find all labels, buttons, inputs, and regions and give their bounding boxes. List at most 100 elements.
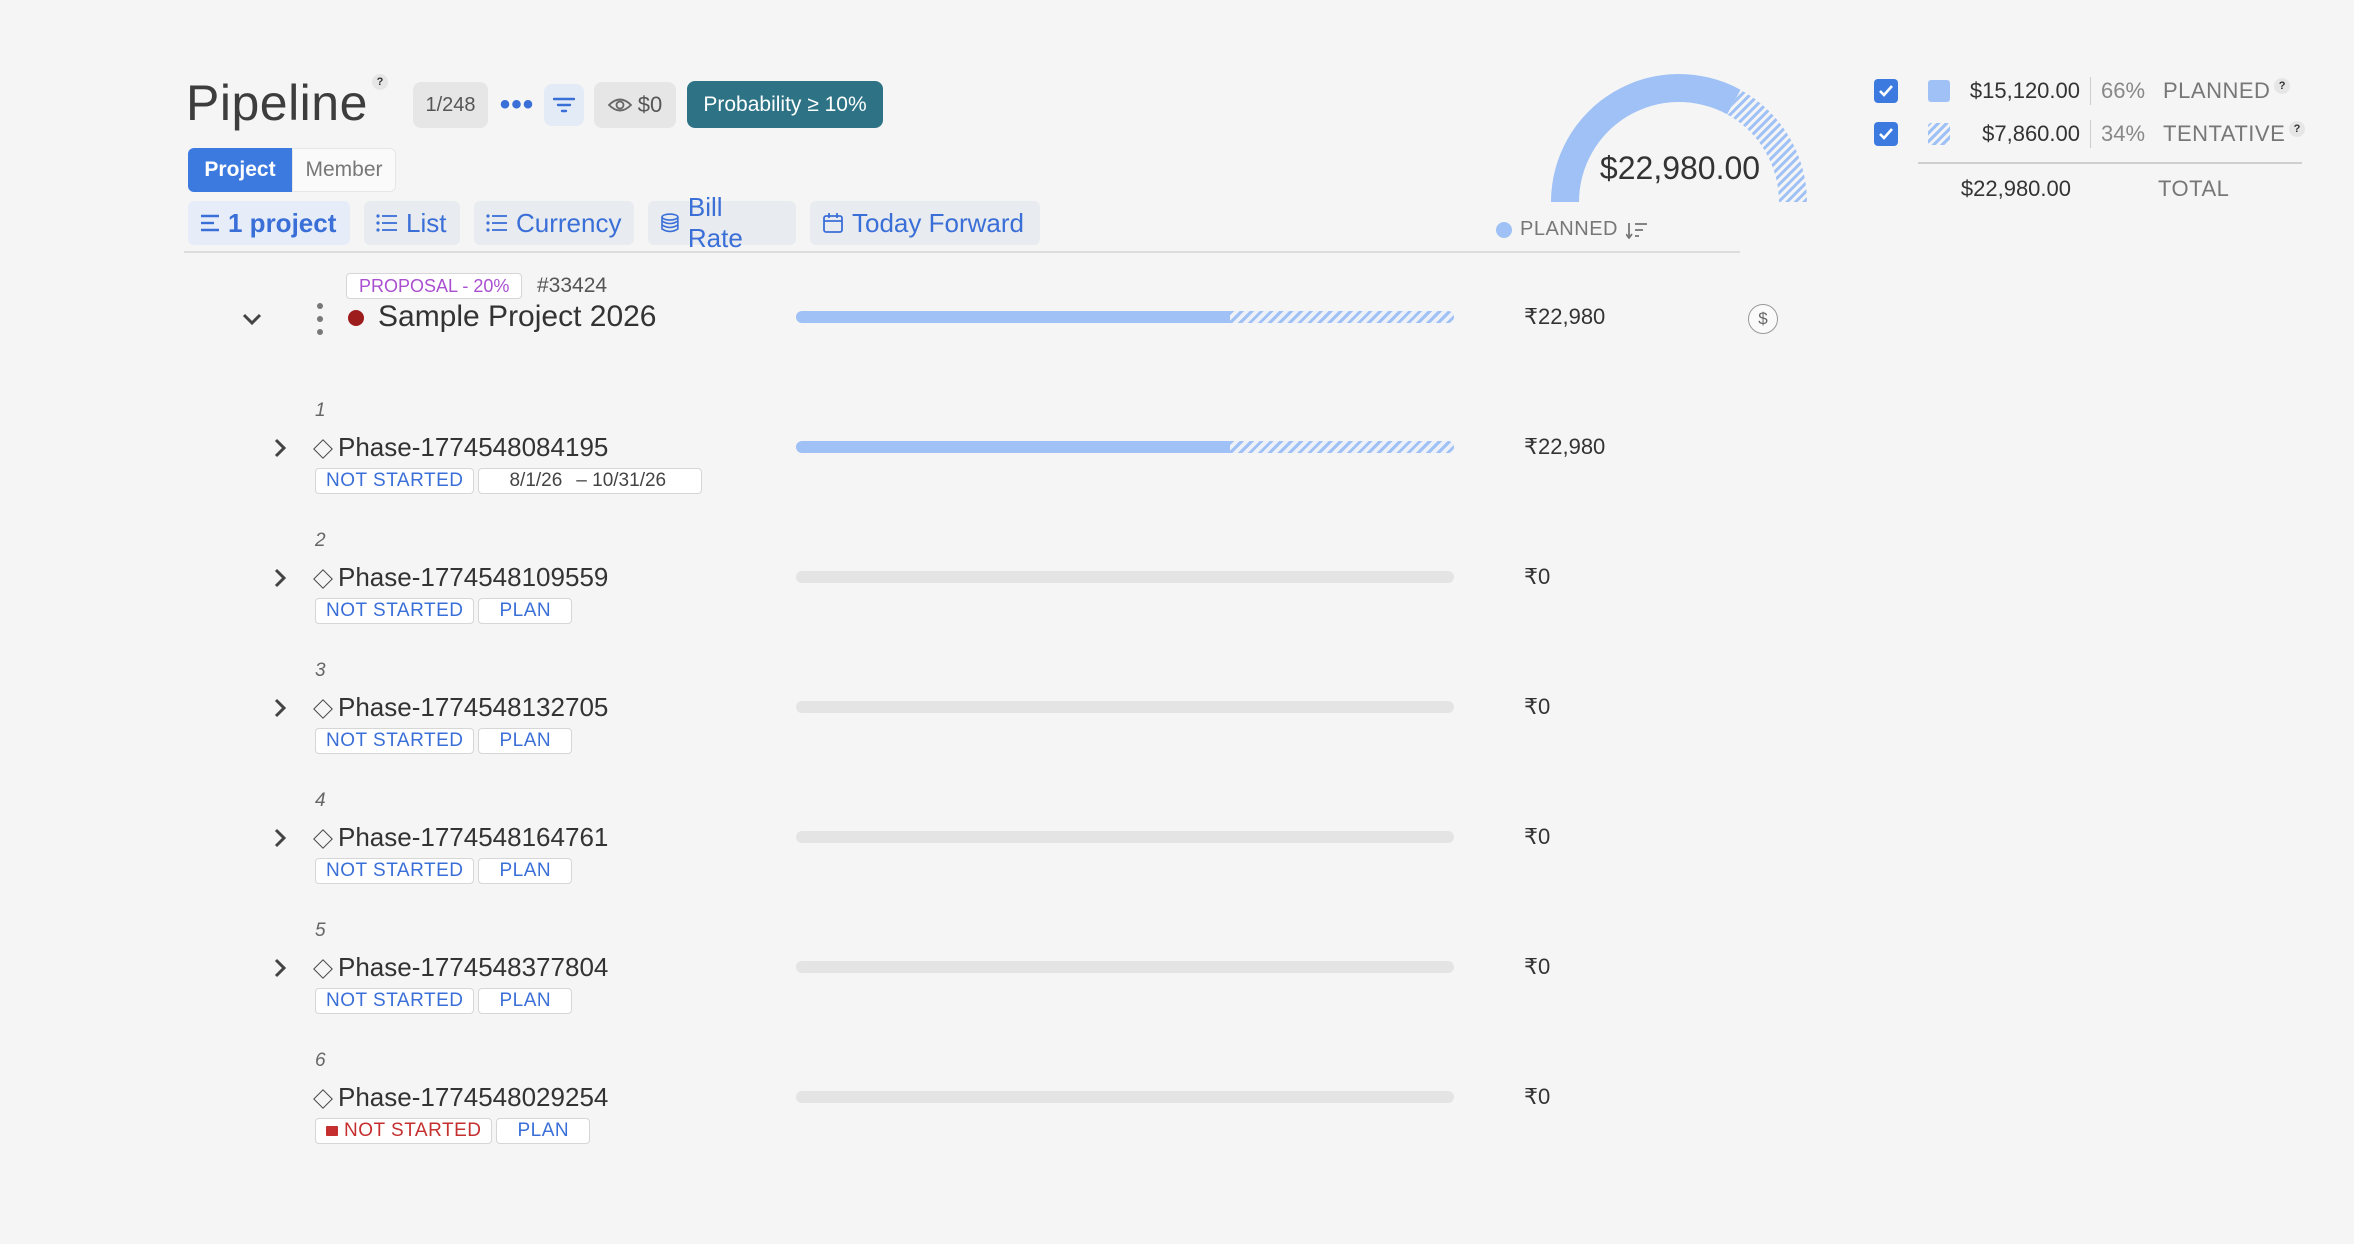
legend-total-label: TOTAL <box>2158 176 2230 201</box>
dollar-icon[interactable]: $ <box>1748 304 1778 334</box>
project-status-dot <box>348 310 364 326</box>
page-title: Pipeline <box>186 75 368 131</box>
project-name[interactable]: Sample Project 2026 <box>378 300 657 334</box>
coins-icon <box>661 213 679 233</box>
phase-date-range[interactable]: 8/1/26 – 10/31/26 <box>478 468 703 494</box>
title-help-icon[interactable]: ? <box>372 74 388 90</box>
legend-planned: $15,120.00 66% PLANNED ? <box>1874 76 2291 106</box>
filter-button[interactable] <box>544 84 584 126</box>
phase-status-badge[interactable]: NOT STARTED <box>315 1118 493 1144</box>
expand-phase-button[interactable] <box>268 826 292 850</box>
phase-diamond-icon <box>313 829 333 849</box>
legend-total-amount: $22,980.00 <box>1960 176 2071 201</box>
visibility-value: $0 <box>637 92 663 117</box>
list-view-button[interactable]: List <box>364 201 460 245</box>
phase-diamond-icon <box>313 699 333 719</box>
checkmark-icon <box>1879 128 1893 140</box>
phase-diamond-icon <box>313 569 333 589</box>
phase-badges: NOT STARTED PLAN <box>315 598 573 624</box>
visibility-toggle[interactable]: $0 <box>594 82 676 128</box>
phase-plan-badge[interactable]: PLAN <box>478 858 573 884</box>
date-range-button[interactable]: Today Forward <box>810 201 1040 245</box>
phase-budget-bar <box>796 571 1454 583</box>
phase-plan-badge[interactable]: PLAN <box>478 598 573 624</box>
lines-icon <box>201 214 219 232</box>
list-icon <box>486 214 507 232</box>
sort-icon <box>1625 222 1647 239</box>
phase-badges: NOT STARTED PLAN <box>315 988 573 1014</box>
phase-plan-badge[interactable]: PLAN <box>496 1118 591 1144</box>
phase-diamond-icon <box>313 959 333 979</box>
checkmark-icon <box>1879 85 1893 97</box>
phase-amount: ₹0 <box>1524 694 1551 719</box>
phase-plan-badge[interactable]: PLAN <box>478 728 573 754</box>
kebab-menu-icon <box>317 303 323 335</box>
chevron-down-icon <box>242 313 262 326</box>
planned-column-label: PLANNED <box>1520 218 1618 240</box>
phase-diamond-icon <box>313 439 333 459</box>
bill-rate-button[interactable]: Bill Rate <box>648 192 796 253</box>
bar-tentative-segment <box>1230 441 1454 453</box>
view-project-tab[interactable]: Project <box>188 148 292 192</box>
phase-name[interactable]: Phase-1774548132705 <box>338 692 608 723</box>
phase-status-badge[interactable]: NOT STARTED <box>315 598 475 624</box>
project-count-button[interactable]: 1 project <box>188 201 350 245</box>
phase-index: 1 <box>315 400 326 421</box>
more-options-button[interactable]: ••• <box>498 82 536 128</box>
phase-status-badge[interactable]: NOT STARTED <box>315 728 475 754</box>
expand-phase-button[interactable] <box>268 436 292 460</box>
phase-name[interactable]: Phase-1774548109559 <box>338 562 608 593</box>
phase-amount: ₹0 <box>1524 824 1551 849</box>
chevron-right-icon <box>274 698 287 718</box>
expand-phase-button[interactable] <box>268 956 292 980</box>
bar-planned-segment <box>796 311 1231 323</box>
chevron-right-icon <box>274 568 287 588</box>
phase-budget-bar <box>796 1091 1454 1103</box>
planned-help-icon[interactable]: ? <box>2274 78 2291 94</box>
eye-icon <box>607 98 632 112</box>
phase-amount: ₹0 <box>1524 1084 1551 1109</box>
phase-status-badge[interactable]: NOT STARTED <box>315 468 475 494</box>
phase-name[interactable]: Phase-1774548377804 <box>338 952 608 983</box>
phase-budget-bar <box>796 441 1454 453</box>
legend-separator <box>2090 120 2091 148</box>
collapse-project-button[interactable] <box>240 307 264 331</box>
header-divider <box>184 251 1740 253</box>
expand-phase-button[interactable] <box>268 566 292 590</box>
phase-budget-bar <box>796 831 1454 843</box>
phase-diamond-icon <box>313 1089 333 1109</box>
expand-phase-button[interactable] <box>268 696 292 720</box>
phase-name[interactable]: Phase-1774548164761 <box>338 822 608 853</box>
tentative-help-icon[interactable]: ? <box>2289 121 2306 137</box>
phase-budget-bar <box>796 961 1454 973</box>
currency-label: Currency <box>516 207 622 238</box>
project-menu-button[interactable] <box>312 302 328 341</box>
list-icon <box>376 214 397 232</box>
phase-date-end: – 10/31/26 <box>576 470 667 491</box>
project-budget-bar <box>796 311 1454 323</box>
planned-column-header[interactable]: PLANNED <box>1496 218 1648 241</box>
planned-label-wrap: PLANNED ? <box>2163 78 2291 104</box>
currency-button[interactable]: Currency <box>474 201 634 245</box>
calendar-icon <box>823 213 843 233</box>
phase-date-start: 8/1/26 <box>509 470 563 491</box>
phase-badges: NOT STARTED 8/1/26 – 10/31/26 <box>315 468 703 494</box>
phase-name[interactable]: Phase-1774548029254 <box>338 1082 608 1113</box>
chevron-right-icon <box>274 828 287 848</box>
planned-percent: 66% <box>2101 78 2146 103</box>
tentative-checkbox[interactable] <box>1874 122 1898 146</box>
tentative-label-wrap: TENTATIVE ? <box>2163 121 2306 147</box>
planned-checkbox[interactable] <box>1874 79 1898 103</box>
phase-plan-badge[interactable]: PLAN <box>478 988 573 1014</box>
phase-status-label: NOT STARTED <box>344 1120 482 1141</box>
project-id: #33424 <box>537 274 608 297</box>
phase-name[interactable]: Phase-1774548084195 <box>338 432 608 463</box>
probability-filter-button[interactable]: Probability ≥ 10% <box>687 81 883 128</box>
phase-status-badge[interactable]: NOT STARTED <box>315 858 475 884</box>
phase-budget-bar <box>796 701 1454 713</box>
view-member-tab[interactable]: Member <box>292 148 396 192</box>
planned-dot-icon <box>1496 221 1512 238</box>
gauge-total: $22,980.00 <box>1599 150 1761 186</box>
phase-status-badge[interactable]: NOT STARTED <box>315 988 475 1014</box>
project-stage-badge: PROPOSAL - 20% <box>346 273 523 299</box>
